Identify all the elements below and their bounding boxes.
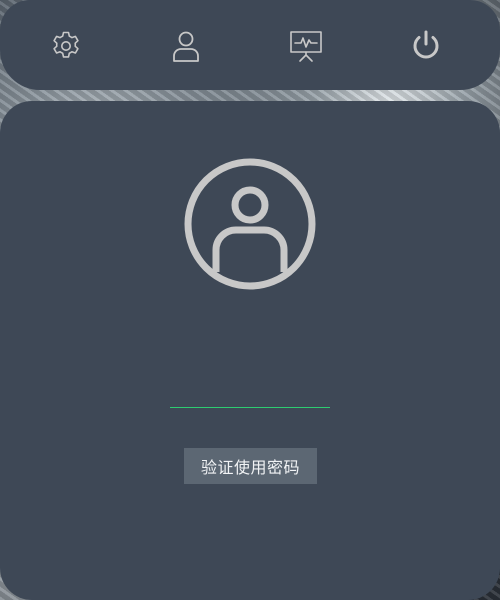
verify-password-button[interactable]: 验证使用密码 [184,448,317,484]
top-toolbar [0,0,500,90]
user-icon [173,31,199,62]
password-input[interactable] [170,381,330,408]
login-panel: 验证使用密码 [0,101,500,600]
gear-icon [53,31,79,58]
presentation-icon [290,31,322,62]
settings-button[interactable] [46,26,86,66]
user-avatar-icon [184,158,316,290]
power-button[interactable] [406,26,446,66]
monitor-button[interactable] [286,26,326,66]
user-button[interactable] [166,26,206,66]
power-icon [413,30,439,59]
